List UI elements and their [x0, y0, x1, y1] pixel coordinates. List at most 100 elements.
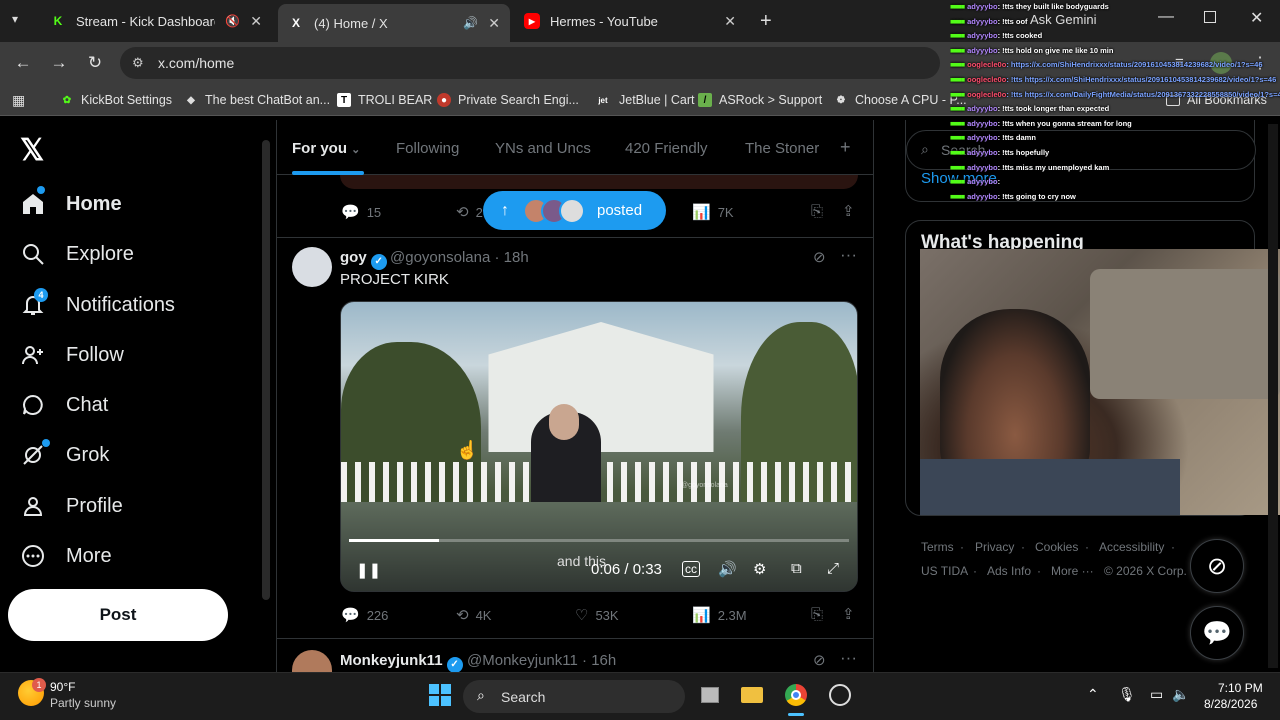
footer-us-tida[interactable]: US TIDA	[921, 564, 968, 578]
tweet-video[interactable]: @goyonsolana and this ❚❚ 0:06 / 0:33 cc …	[340, 301, 858, 592]
new-tab-icon[interactable]: +	[760, 10, 772, 33]
bookmark-troli-bear[interactable]: T TROLI BEAR	[337, 91, 432, 109]
tab-yns-and-uncs[interactable]: YNs and Uncs	[495, 140, 591, 157]
bookmark-icon[interactable]: ⎘	[811, 606, 823, 623]
chat-text: : !tts took longer than expected	[997, 104, 1110, 114]
tab-search-icon[interactable]: ▾	[12, 12, 28, 28]
like-count[interactable]: ♡ 53K	[575, 605, 619, 625]
footer-accessibility[interactable]: Accessibility	[1099, 540, 1164, 554]
post-button[interactable]: Post	[8, 589, 228, 641]
prev-reply-count[interactable]: 💬 15	[341, 202, 381, 222]
nav-home[interactable]: Home	[20, 184, 122, 224]
share-icon[interactable]: ⇪	[842, 202, 855, 220]
footer-ads-info[interactable]: Ads Info	[987, 564, 1031, 578]
tab-x-home[interactable]: X (4) Home / X 🔊 ✕	[278, 4, 510, 42]
grok-icon[interactable]: ⊘	[813, 248, 826, 266]
bookmark-jetblue[interactable]: jet JetBlue | Cart	[594, 91, 694, 109]
prev-view-count[interactable]: 📊 7K	[692, 202, 734, 222]
bookmark-private-search[interactable]: ● Private Search Engi...	[437, 91, 579, 109]
reply-count[interactable]: 💬 226	[341, 605, 388, 625]
muted-speaker-icon[interactable]: 🔇	[225, 14, 240, 28]
left-scrollbar[interactable]	[262, 140, 270, 600]
view-count[interactable]: 📊 2.3M	[692, 605, 747, 625]
active-tab-indicator	[292, 171, 364, 175]
tweet-handle-time[interactable]: @Monkeyjunk11 · 16h	[467, 652, 616, 669]
captions-icon[interactable]: cc	[682, 561, 700, 577]
tweet-author-name[interactable]: Monkeyjunk11 ✓	[340, 652, 463, 673]
footer-privacy[interactable]: Privacy	[975, 540, 1014, 554]
tab-following[interactable]: Following	[396, 140, 459, 157]
site-info-icon[interactable]: ⚙	[132, 55, 144, 71]
fullscreen-icon[interactable]: ⤢	[827, 560, 839, 577]
grok-icon[interactable]: ⊘	[813, 651, 826, 669]
taskbar-search[interactable]: ⌕ Search	[463, 680, 685, 713]
footer-cookies[interactable]: Cookies	[1035, 540, 1078, 554]
footer-more[interactable]: More ···	[1051, 564, 1094, 578]
new-posts-pill[interactable]: ↑ posted	[483, 191, 666, 230]
chat-text: : !tts hopefully	[997, 147, 1050, 157]
chat-badges-icon: ■■■■	[950, 191, 965, 201]
tab-for-you[interactable]: For you ⌄	[292, 140, 360, 157]
network-icon[interactable]: ▭	[1150, 686, 1163, 703]
nav-follow[interactable]: Follow	[20, 335, 124, 375]
tweet-handle-time[interactable]: @goyonsolana · 18h	[390, 249, 529, 266]
tab-kick[interactable]: K Stream - Kick Dashboard 🔇 ✕	[40, 6, 272, 36]
tweet-more-icon[interactable]: ···	[840, 245, 857, 265]
clock-date[interactable]: 8/28/2026	[1204, 697, 1257, 711]
tweet-author-name[interactable]: goy ✓	[340, 249, 387, 270]
speaker-icon[interactable]: 🔈	[1172, 686, 1189, 703]
settings-icon[interactable]: ⚙	[753, 560, 766, 578]
apps-grid-icon[interactable]: ▦	[12, 92, 25, 109]
avatar[interactable]	[292, 247, 332, 287]
bookmark-asrock[interactable]: / ASRock > Support	[698, 91, 822, 109]
add-tab-icon[interactable]: +	[840, 137, 851, 158]
video-progress-track[interactable]	[349, 539, 849, 542]
close-tab-icon[interactable]: ✕	[250, 13, 262, 30]
microphone-icon[interactable]: 🎙	[1118, 686, 1136, 703]
chat-badges-icon: ■■■■	[950, 74, 965, 84]
webcam-shirt	[920, 459, 1180, 515]
chevron-up-icon[interactable]: ⌃	[1087, 686, 1099, 703]
tab-the-stoner[interactable]: The Stoner	[745, 140, 819, 157]
nav-more[interactable]: More	[20, 536, 112, 576]
nav-chat[interactable]: Chat	[20, 385, 108, 425]
volume-icon[interactable]: 🔊	[718, 560, 737, 578]
grok-dot-badge	[42, 439, 50, 447]
nav-grok[interactable]: Grok	[20, 435, 109, 475]
footer-terms[interactable]: Terms	[921, 540, 954, 554]
x-logo-icon[interactable]: 𝕏	[20, 133, 44, 168]
close-tab-icon[interactable]: ✕	[488, 15, 500, 32]
bookmark-chatbot[interactable]: ◆ The best ChatBot an...	[184, 91, 330, 109]
close-tab-icon[interactable]: ✕	[724, 13, 736, 30]
share-icon[interactable]: ⇪	[842, 605, 855, 623]
footer-separator: ·	[973, 564, 977, 578]
prev-repost-count[interactable]: ⟲ 2	[456, 202, 483, 222]
task-view-icon[interactable]	[696, 681, 724, 709]
tab-youtube[interactable]: ▶ Hermes - YouTube ✕	[514, 6, 746, 36]
back-icon[interactable]: ←	[10, 50, 36, 76]
start-windows-icon[interactable]	[426, 681, 454, 709]
address-bar[interactable]: ⚙ x.com/home	[120, 47, 940, 79]
pause-icon[interactable]: ❚❚	[356, 561, 381, 579]
repost-count[interactable]: ⟲ 4K	[456, 605, 491, 625]
speaker-icon[interactable]: 🔊	[463, 16, 478, 30]
chat-floating-button[interactable]: 💬	[1190, 606, 1244, 660]
chat-username: ooglecle0o	[967, 89, 1007, 99]
nav-explore[interactable]: Explore	[20, 234, 134, 274]
grok-floating-button[interactable]: ⊘	[1190, 539, 1244, 593]
weather-temp[interactable]: 90°F	[50, 680, 75, 694]
app-icon[interactable]	[826, 681, 854, 709]
bookmark-kickbot[interactable]: ✿ KickBot Settings	[60, 91, 172, 109]
chrome-icon[interactable]	[782, 681, 810, 709]
picture-in-picture-icon[interactable]: ⧉	[791, 560, 802, 577]
forward-icon[interactable]: →	[46, 50, 72, 76]
weather-desc[interactable]: Partly sunny	[50, 696, 116, 710]
nav-profile[interactable]: Profile	[20, 486, 123, 526]
bookmark-choose-cpu[interactable]: ❁ Choose A CPU - P...	[834, 91, 967, 109]
tweet-more-icon[interactable]: ···	[840, 648, 857, 668]
reload-icon[interactable]: ↻	[82, 50, 108, 76]
file-explorer-icon[interactable]	[738, 681, 766, 709]
tab-420-friendly[interactable]: 420 Friendly	[625, 140, 708, 157]
bookmark-icon[interactable]: ⎘	[811, 203, 823, 220]
clock-time[interactable]: 7:10 PM	[1218, 681, 1263, 695]
